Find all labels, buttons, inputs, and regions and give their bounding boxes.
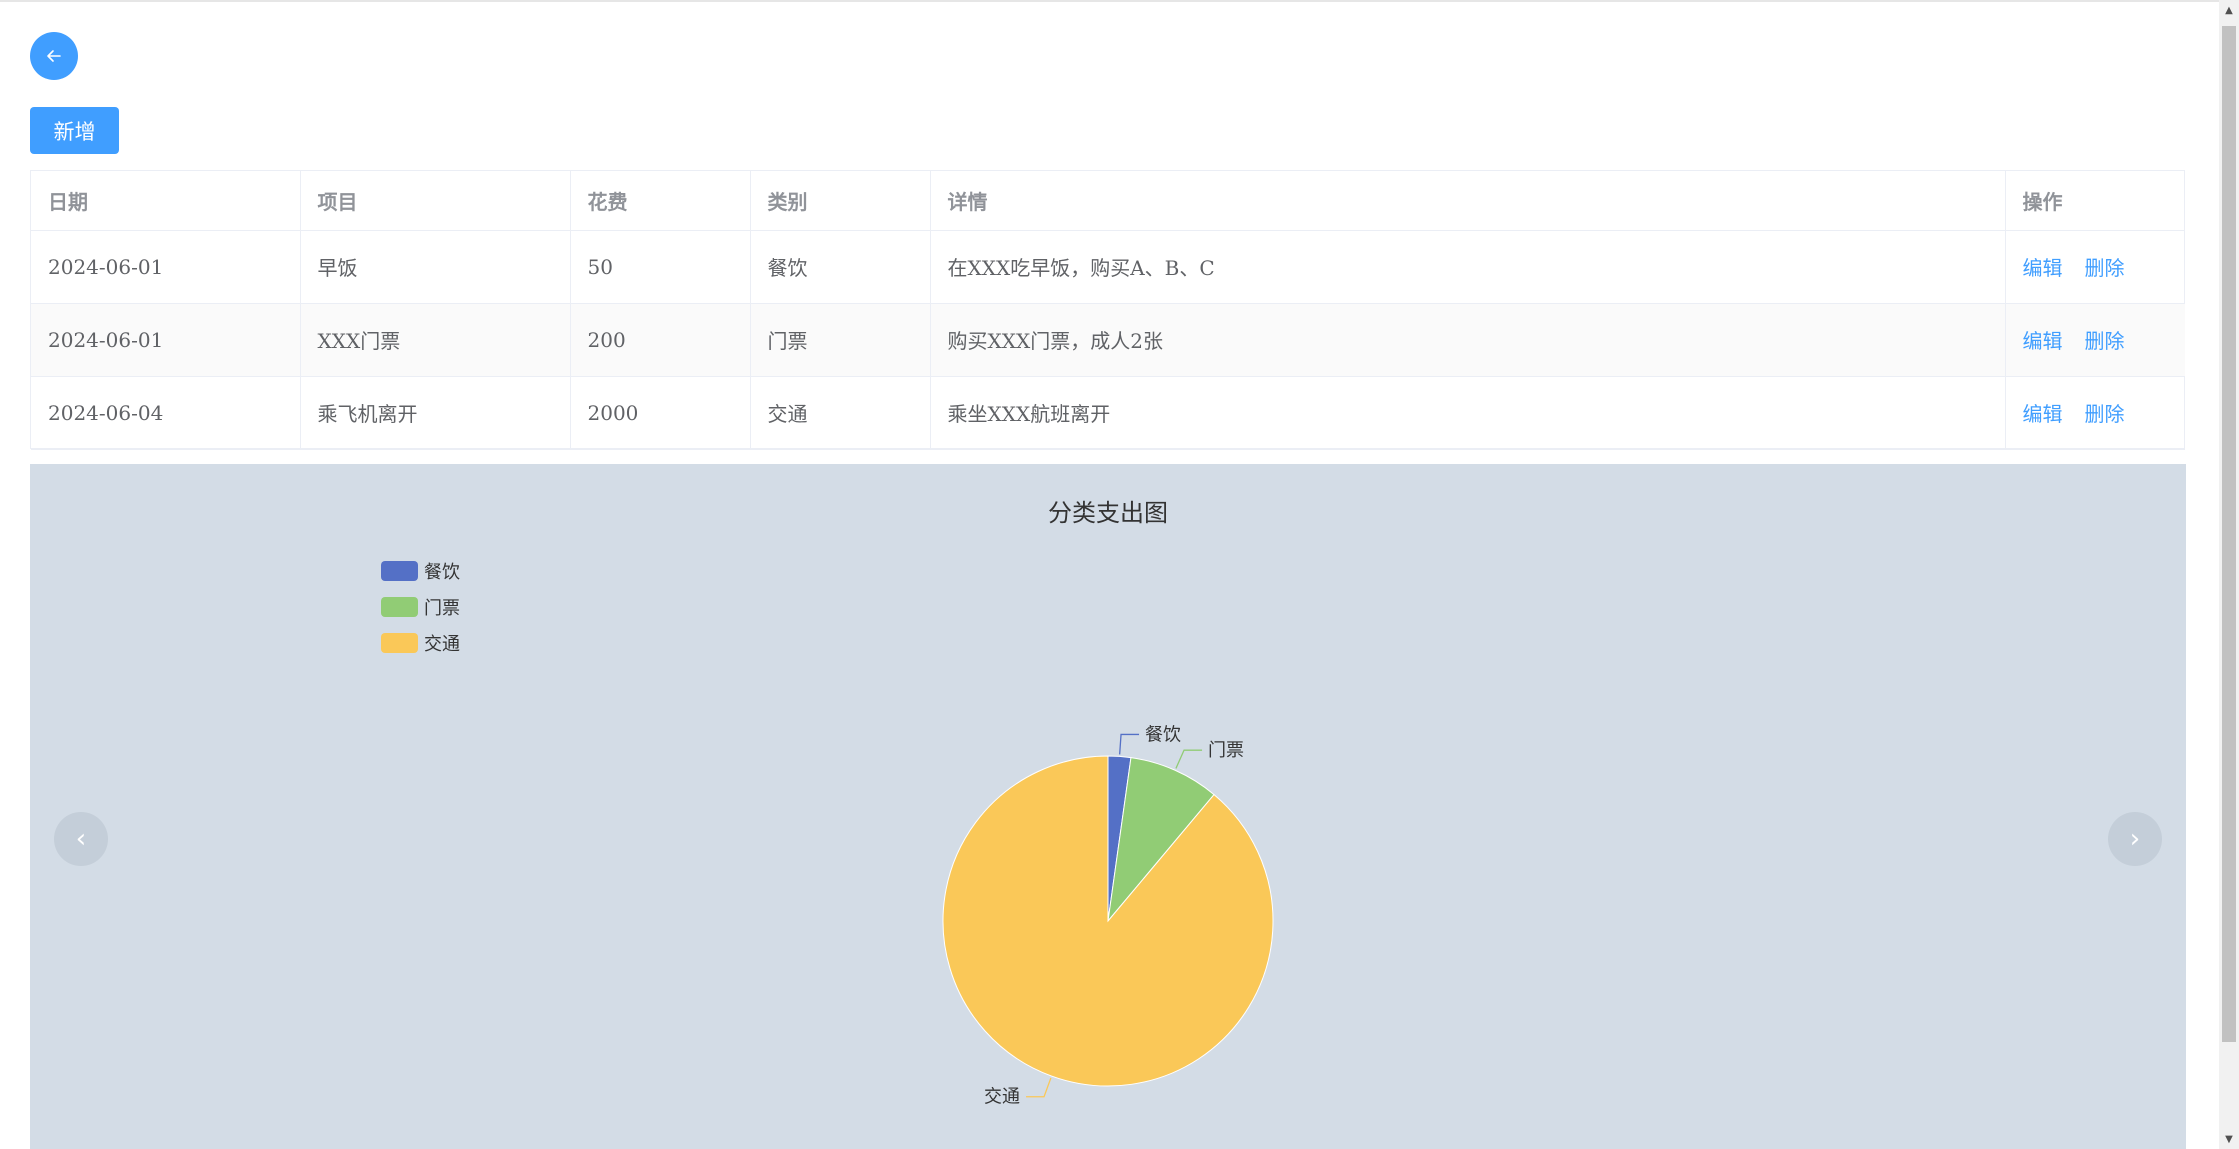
scroll-thumb[interactable] (2222, 26, 2236, 1042)
edit-link[interactable]: 编辑 (2023, 329, 2063, 353)
cell-actions: 编辑 删除 (2005, 230, 2185, 304)
cell-item: 早饭 (300, 230, 571, 304)
cell-category: 门票 (750, 303, 931, 377)
chart-title: 分类支出图 (1048, 499, 1168, 527)
legend-swatch (381, 597, 418, 617)
cell-cost: 2000 (570, 376, 751, 450)
cell-cost: 200 (570, 303, 751, 377)
column-header-item: 项目 (300, 171, 571, 231)
vertical-scrollbar[interactable]: ▲ ▼ (2219, 0, 2239, 1149)
table-header-row: 日期 项目 花费 类别 详情 操作 (31, 171, 2185, 231)
cell-cost: 50 (570, 230, 751, 304)
edit-link[interactable]: 编辑 (2023, 402, 2063, 426)
column-header-detail: 详情 (930, 171, 2006, 231)
scroll-up-icon[interactable]: ▲ (2219, 0, 2239, 20)
pie-label: 餐饮 (1145, 724, 1181, 745)
cell-actions: 编辑 删除 (2005, 303, 2185, 377)
top-divider (0, 0, 2219, 2)
cell-detail: 在XXX吃早饭，购买A、B、C (930, 230, 2006, 304)
chevron-right-icon: › (2129, 824, 2141, 854)
cell-detail: 乘坐XXX航班离开 (930, 376, 2006, 450)
column-header-category: 类别 (750, 171, 931, 231)
table-row: 2024-06-01 XXX门票 200 门票 购买XXX门票，成人2张 编辑删… (31, 303, 2185, 377)
scroll-down-icon[interactable]: ▼ (2219, 1129, 2239, 1149)
delete-link[interactable]: 删除 (2085, 329, 2125, 353)
carousel-next-button[interactable]: › (2108, 812, 2162, 866)
column-header-actions: 操作 (2005, 171, 2185, 231)
cell-detail: 购买XXX门票，成人2张 (930, 303, 2006, 377)
cell-date: 2024-06-04 (31, 376, 301, 450)
chevron-left-icon: ‹ (75, 824, 87, 854)
back-button[interactable] (30, 32, 78, 80)
delete-link[interactable]: 删除 (2085, 256, 2125, 280)
pie-leader-line (1026, 1077, 1052, 1098)
legend-swatch (381, 561, 418, 581)
chart-carousel: 分类支出图 餐饮 门票 交通 餐饮 门票 交通 ‹ › (30, 464, 2186, 1149)
add-button[interactable]: 新增 (30, 107, 119, 154)
pie-slice (942, 755, 1274, 1087)
cell-category: 交通 (750, 376, 931, 450)
pie-leader-line (1175, 749, 1203, 769)
pie-leader-line (1119, 733, 1140, 755)
cell-item: XXX门票 (300, 303, 571, 377)
expense-table: 日期 项目 花费 类别 详情 操作 2024-06-01 早饭 50 餐饮 在X… (30, 170, 2185, 450)
column-header-date: 日期 (31, 171, 301, 231)
legend-swatch (381, 633, 418, 653)
delete-link[interactable]: 删除 (2085, 402, 2125, 426)
cell-category: 餐饮 (750, 230, 931, 304)
pie-label: 门票 (1208, 740, 1244, 761)
arrow-left-icon (47, 50, 61, 62)
legend-label: 门票 (424, 598, 460, 619)
legend-label: 交通 (424, 634, 460, 655)
carousel-prev-button[interactable]: ‹ (54, 812, 108, 866)
cell-actions: 编辑 删除 (2005, 376, 2185, 450)
legend-label: 餐饮 (424, 562, 460, 583)
table-row: 2024-06-04 乘飞机离开 2000 交通 乘坐XXX航班离开 编辑 删除 (31, 376, 2185, 450)
cell-item: 乘飞机离开 (300, 376, 571, 450)
cell-date: 2024-06-01 (31, 230, 301, 304)
column-header-cost: 花费 (570, 171, 751, 231)
cell-date: 2024-06-01 (31, 303, 301, 377)
edit-link[interactable]: 编辑 (2023, 256, 2063, 280)
table-row: 2024-06-01 早饭 50 餐饮 在XXX吃早饭，购买A、B、C 编辑 删除 (31, 230, 2185, 304)
pie-chart: 分类支出图餐饮门票交通餐饮门票交通 (381, 499, 1274, 1108)
pie-label: 交通 (984, 1087, 1020, 1108)
